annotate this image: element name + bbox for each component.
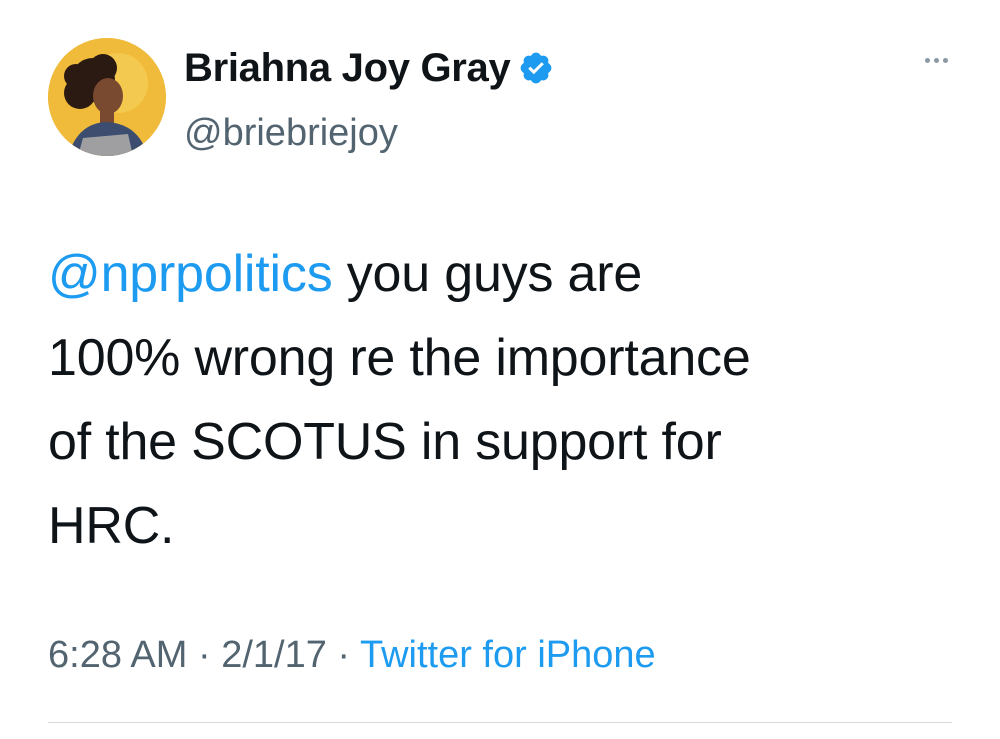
- dot: [925, 58, 930, 63]
- dot: [943, 58, 948, 63]
- meta-separator: ·: [187, 634, 222, 676]
- more-dots-icon[interactable]: [925, 58, 948, 63]
- author-handle[interactable]: @briebriejoy: [184, 110, 398, 156]
- tweet-card: Briahna Joy Gray @briebriejoy @nprpoliti…: [0, 0, 1000, 739]
- tweet-line-2: 100% wrong re the importance: [48, 329, 751, 387]
- tweet-line-1: @nprpolitics you guys are: [48, 232, 948, 316]
- tweet-meta: 6:28 AM · 2/1/17 · Twitter for iPhone: [48, 632, 656, 678]
- tweet-source-link[interactable]: Twitter for iPhone: [360, 634, 656, 676]
- tweet-line-3: of the SCOTUS in support for: [48, 413, 722, 471]
- dot: [934, 58, 939, 63]
- avatar-image: [48, 38, 166, 156]
- verified-check-icon: [518, 50, 554, 86]
- tweet-time[interactable]: 6:28 AM: [48, 634, 187, 676]
- tweet-text: @nprpolitics you guys are 100% wrong re …: [48, 232, 948, 568]
- tweet-line-4: HRC.: [48, 497, 175, 555]
- avatar[interactable]: [48, 38, 166, 156]
- divider: [48, 722, 952, 723]
- tweet-text-segment: you guys are: [332, 245, 643, 303]
- mention-link[interactable]: @nprpolitics: [48, 245, 333, 303]
- meta-separator: ·: [326, 634, 360, 676]
- author-name-row: Briahna Joy Gray: [184, 44, 554, 92]
- tweet-date[interactable]: 2/1/17: [221, 634, 327, 676]
- author-display-name[interactable]: Briahna Joy Gray: [184, 44, 511, 92]
